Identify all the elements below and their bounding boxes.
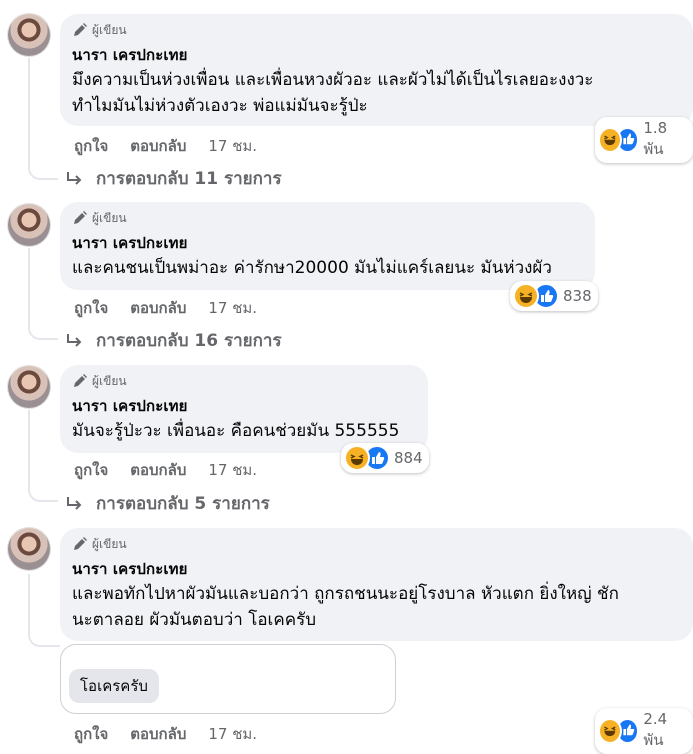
author-badge-label: ผู้เขียน <box>92 22 127 37</box>
author-badge: ผู้เขียน <box>72 535 681 553</box>
reply-arrow-icon <box>67 333 82 347</box>
quoted-reply-card[interactable]: โอเครครับ <box>60 644 396 714</box>
comment-bubble: ผู้เขียน นารา เครปกะเทย มึงความเป็นห่วงเ… <box>60 14 693 126</box>
avatar[interactable] <box>8 204 50 246</box>
thread-line <box>28 58 30 166</box>
thread-hook <box>28 633 60 647</box>
thread-hook <box>28 486 58 502</box>
reaction-summary[interactable]: 884 <box>341 443 429 473</box>
author-badge: ผู้เขียน <box>72 372 416 390</box>
thread-line <box>28 248 30 326</box>
comment-author[interactable]: นารา เครปกะเทย <box>72 557 681 581</box>
reaction-summary[interactable]: 1.8 พัน <box>595 117 693 163</box>
pencil-icon <box>74 211 87 224</box>
avatar[interactable] <box>8 366 50 408</box>
haha-icon <box>598 718 622 744</box>
reaction-count: 884 <box>394 449 423 467</box>
author-badge-label: ผู้เขียน <box>92 536 127 551</box>
quoted-reply-text: โอเครครับ <box>69 669 159 703</box>
comment-timestamp[interactable]: 17 ชม. <box>208 134 257 158</box>
view-replies-label: การตอบกลับ 5 รายการ <box>96 494 270 514</box>
reply-button[interactable]: ตอบกลับ <box>130 296 186 320</box>
comment-text-line: และคนชนเป็นพม่าอะ ค่ารักษา20000 มันไม่แค… <box>72 258 552 278</box>
comment-timestamp[interactable]: 17 ชม. <box>208 722 257 746</box>
thread-line <box>28 410 30 488</box>
comment-actions: ถูกใจ ตอบกลับ 17 ชม. <box>74 722 257 746</box>
reaction-summary[interactable]: 838 <box>510 281 598 311</box>
comment-timestamp[interactable]: 17 ชม. <box>208 458 257 482</box>
avatar[interactable] <box>8 528 50 570</box>
reply-button[interactable]: ตอบกลับ <box>130 722 186 746</box>
comment-actions: ถูกใจ ตอบกลับ 17 ชม. <box>74 458 257 482</box>
comment-bubble: ผู้เขียน นารา เครปกะเทย และคนชนเป็นพม่าอ… <box>60 202 595 290</box>
comment-actions: ถูกใจ ตอบกลับ 17 ชม. <box>74 296 257 320</box>
view-replies-link[interactable]: การตอบกลับ 5 รายการ <box>62 490 270 517</box>
haha-icon <box>598 127 622 153</box>
reaction-count: 2.4 พัน <box>643 710 668 749</box>
view-replies-link[interactable]: การตอบกลับ 11 รายการ <box>62 165 282 192</box>
author-badge: ผู้เขียน <box>72 209 583 227</box>
thread-hook <box>28 324 58 340</box>
avatar[interactable] <box>8 14 50 56</box>
view-replies-link[interactable]: การตอบกลับ 16 รายการ <box>62 327 282 354</box>
comment-text-line: และพอทักไปหาผัวมันและบอกว่า ถูกรถชนนะอยู… <box>72 584 619 604</box>
reaction-summary[interactable]: 2.4 พัน <box>595 708 693 754</box>
haha-icon <box>344 445 370 471</box>
comment-bubble: ผู้เขียน นารา เครปกะเทย และพอทักไปหาผัวม… <box>60 528 693 641</box>
thread-line <box>28 574 30 636</box>
reply-button[interactable]: ตอบกลับ <box>130 458 186 482</box>
view-replies-label: การตอบกลับ 16 รายการ <box>96 331 282 351</box>
comment-author[interactable]: นารา เครปกะเทย <box>72 231 583 255</box>
pencil-icon <box>74 23 87 36</box>
thread-hook <box>28 164 58 180</box>
comment-text-line: มันจะรู้ป่ะวะ เพื่อนอะ คือคนช่วยมัน 5555… <box>72 421 400 441</box>
author-badge-label: ผู้เขียน <box>92 210 127 225</box>
comment-author[interactable]: นารา เครปกะเทย <box>72 394 416 418</box>
comment-timestamp[interactable]: 17 ชม. <box>208 296 257 320</box>
like-button[interactable]: ถูกใจ <box>74 296 108 320</box>
comment-text-line: มึงความเป็นห่วงเพื่อน และเพื่อนหวงผัวอะ … <box>72 70 594 90</box>
view-replies-label: การตอบกลับ 11 รายการ <box>96 169 282 189</box>
reaction-count: 1.8 พัน <box>643 119 668 158</box>
like-button[interactable]: ถูกใจ <box>74 458 108 482</box>
comment-author[interactable]: นารา เครปกะเทย <box>72 43 681 67</box>
author-badge-label: ผู้เขียน <box>92 373 127 388</box>
reply-arrow-icon <box>67 496 82 510</box>
like-button[interactable]: ถูกใจ <box>74 134 108 158</box>
reply-arrow-icon <box>67 171 82 185</box>
reply-button[interactable]: ตอบกลับ <box>130 134 186 158</box>
haha-icon <box>513 283 539 309</box>
comment-actions: ถูกใจ ตอบกลับ 17 ชม. <box>74 134 257 158</box>
author-badge: ผู้เขียน <box>72 21 681 39</box>
comment-text-line: นะตาลอย ผัวมันตอบว่า โอเคครับ <box>72 610 317 630</box>
reaction-count: 838 <box>563 287 592 305</box>
pencil-icon <box>74 374 87 387</box>
like-button[interactable]: ถูกใจ <box>74 722 108 746</box>
pencil-icon <box>74 537 87 550</box>
comment-bubble: ผู้เขียน นารา เครปกะเทย มันจะรู้ป่ะวะ เพ… <box>60 365 428 453</box>
comment-text-line: ทำไมมันไม่ห่วงตัวเองวะ พ่อแม่มันจะรู้ป่ะ <box>72 96 368 116</box>
